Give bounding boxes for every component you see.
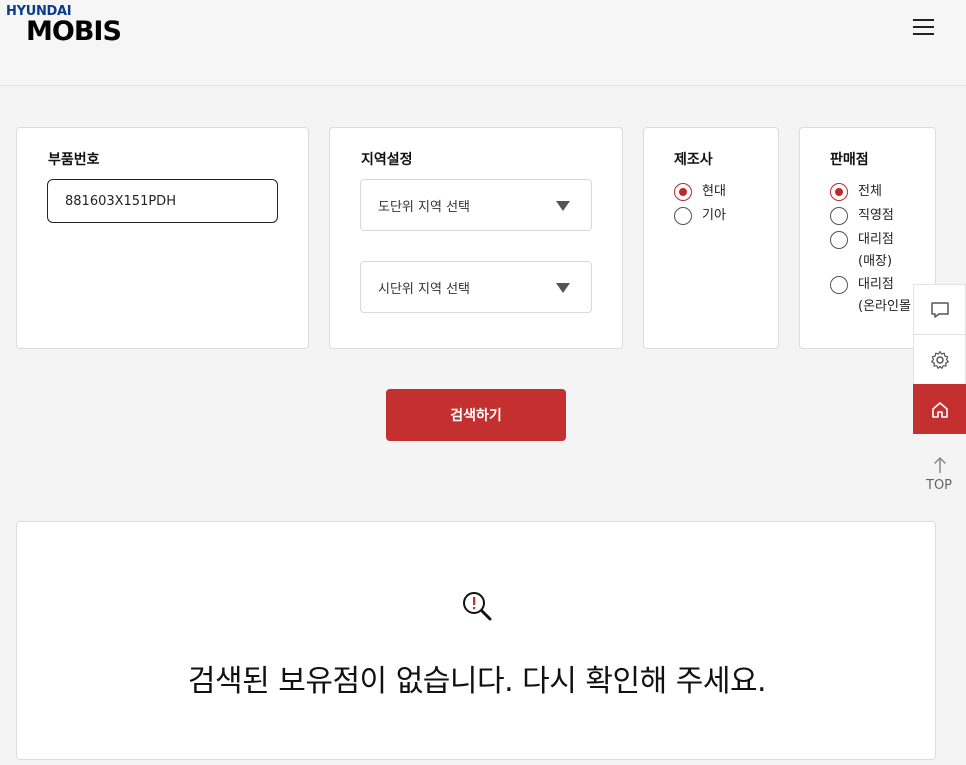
hamburger-menu-icon[interactable] [913, 16, 937, 38]
settings-button[interactable] [913, 334, 966, 384]
radio-label-main: 대리점 [858, 232, 894, 247]
radio-label: 기아 [702, 208, 726, 223]
radio-label-main: 대리점 [858, 277, 894, 292]
radio-label: 대리점 (온라인몰 [858, 274, 911, 318]
header: HYUNDAI MOBIS [0, 0, 966, 86]
manufacturer-option-hyundai[interactable]: 현대 [674, 181, 726, 203]
scroll-top-button[interactable]: TOP [913, 450, 966, 500]
radio-label: 직영점 [858, 208, 894, 223]
dealer-option-agency-store[interactable]: 대리점 (매장) [830, 229, 894, 273]
home-button[interactable] [913, 384, 966, 434]
magnifier-alert-icon [463, 592, 492, 621]
radio-button[interactable] [674, 207, 692, 225]
province-select[interactable]: 도단위 지역 선택 [360, 179, 592, 231]
dropdown-arrow-icon [556, 201, 570, 211]
radio-label: 현대 [702, 184, 726, 199]
province-select-label: 도단위 지역 선택 [378, 200, 470, 215]
part-number-input[interactable] [47, 179, 278, 223]
part-number-title: 부품번호 [48, 152, 100, 168]
part-number-card: 부품번호 [16, 127, 309, 349]
chat-icon [931, 302, 949, 318]
dealer-title: 판매점 [830, 152, 869, 168]
region-card: 지역설정 도단위 지역 선택 시단위 지역 선택 [329, 127, 623, 349]
radio-button[interactable] [674, 183, 692, 201]
result-panel: 검색된 보유점이 없습니다. 다시 확인해 주세요. [16, 521, 936, 760]
radio-button[interactable] [830, 231, 848, 249]
home-icon [932, 402, 948, 418]
radio-label-sub: (매장) [858, 254, 893, 269]
search-button[interactable]: 검색하기 [386, 389, 566, 441]
manufacturer-card: 제조사 현대 기아 [643, 127, 779, 349]
radio-label-sub: (온라인몰 [858, 299, 911, 314]
hyundai-mobis-logo[interactable]: HYUNDAI MOBIS [6, 4, 126, 48]
no-results-message: 검색된 보유점이 없습니다. 다시 확인해 주세요. [187, 664, 767, 699]
city-select-label: 시단위 지역 선택 [378, 282, 470, 297]
gear-icon [931, 350, 949, 369]
top-label: TOP [926, 478, 953, 493]
region-title: 지역설정 [361, 152, 413, 168]
logo-main-text: MOBIS [26, 16, 122, 47]
radio-label: 대리점 (매장) [858, 229, 894, 273]
dealer-option-all[interactable]: 전체 [830, 181, 882, 203]
dealer-option-direct[interactable]: 직영점 [830, 205, 894, 227]
radio-label: 전체 [858, 184, 882, 199]
side-quick-panel [913, 284, 966, 434]
radio-button[interactable] [830, 276, 848, 294]
city-select[interactable]: 시단위 지역 선택 [360, 261, 592, 313]
dealer-option-agency-online[interactable]: 대리점 (온라인몰 [830, 274, 911, 318]
arrow-up-icon [933, 456, 947, 473]
radio-button[interactable] [830, 183, 848, 201]
chat-button[interactable] [913, 284, 966, 334]
manufacturer-option-kia[interactable]: 기아 [674, 205, 726, 227]
dropdown-arrow-icon [556, 283, 570, 293]
radio-button[interactable] [830, 207, 848, 225]
manufacturer-title: 제조사 [674, 152, 713, 168]
